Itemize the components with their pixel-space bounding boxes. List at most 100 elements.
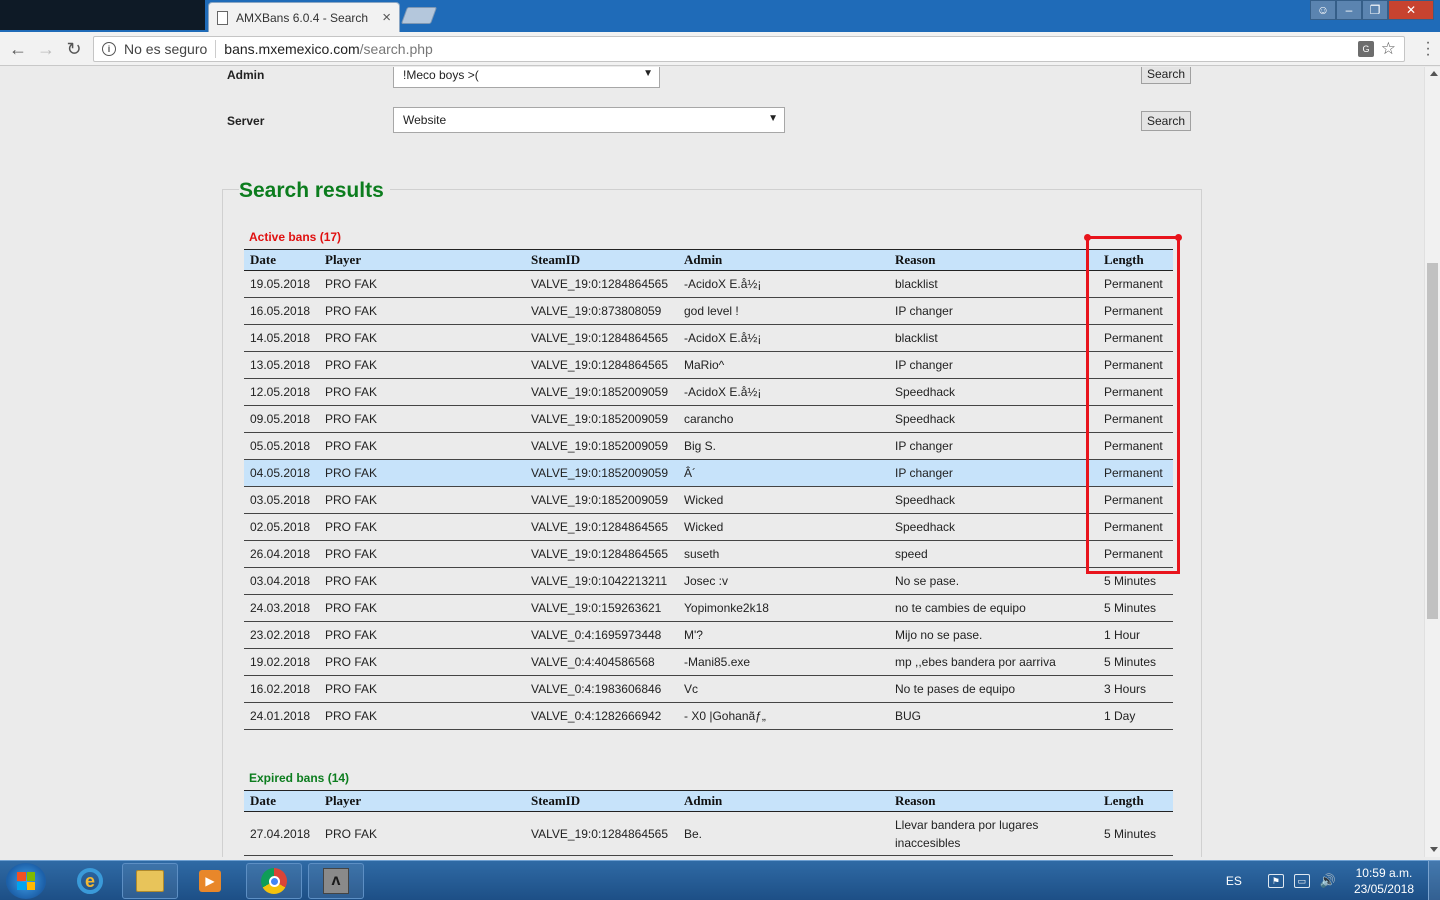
table-row[interactable]: 05.05.2018 PRO FAK VALVE_19:0:1852009059 Bi…: [244, 432, 1173, 460]
cell-steamid: VALVE_19:0:1852009059: [525, 405, 678, 433]
cell-steamid: VALVE_19:0:1284864565: [525, 540, 678, 568]
server-select[interactable]: Website ▼: [393, 107, 785, 133]
table-row[interactable]: 26.04.2018 PRO FAK VALVE_19:0:1284864565 su…: [244, 540, 1173, 568]
admin-search-button[interactable]: Search: [1141, 67, 1191, 84]
page-scrollbar[interactable]: [1424, 67, 1440, 857]
table-row[interactable]: 03.05.2018 PRO FAK VALVE_19:0:1852009059 Wi…: [244, 486, 1173, 514]
maximize-button[interactable]: ❐: [1362, 0, 1388, 20]
cell-date: 27.04.2018: [244, 811, 319, 856]
network-icon[interactable]: ▭: [1293, 874, 1310, 888]
bookmark-star-icon[interactable]: ☆: [1381, 39, 1396, 59]
tab-close-icon[interactable]: ×: [382, 9, 391, 26]
cell-length: Permanent: [1098, 297, 1173, 325]
cell-length: Permanent: [1098, 351, 1173, 379]
table-row[interactable]: 16.05.2018 PRO FAK VALVE_19:0:873808059 god…: [244, 297, 1173, 325]
cell-date: 12.05.2018: [244, 378, 319, 406]
reload-icon[interactable]: ↻: [62, 37, 86, 61]
column-header-date[interactable]: Date: [244, 790, 319, 812]
table-row[interactable]: 12.05.2018 PRO FAK VALVE_19:0:1852009059 -A…: [244, 378, 1173, 406]
table-row[interactable]: 02.05.2018 PRO FAK VALVE_19:0:1284864565 Wi…: [244, 513, 1173, 541]
table-row[interactable]: 16.02.2018 PRO FAK VALVE_0:4:1983606846 Vc N…: [244, 675, 1173, 703]
cell-reason: IP changer: [889, 432, 1098, 460]
column-header-date[interactable]: Date: [244, 249, 319, 271]
table-row[interactable]: 03.04.2018 PRO FAK VALVE_19:0:1042213211 Jo…: [244, 567, 1173, 595]
cell-steamid: VALVE_19:0:1852009059: [525, 378, 678, 406]
cell-reason: IP changer: [889, 297, 1098, 325]
column-header-player[interactable]: Player: [319, 249, 525, 271]
scroll-up-arrow-icon[interactable]: [1430, 71, 1438, 76]
table-row[interactable]: 14.05.2018 PRO FAK VALVE_19:0:1284864565 -A…: [244, 324, 1173, 352]
table-row[interactable]: 19.02.2018 PRO FAK VALVE_0:4:404586568 -Man…: [244, 648, 1173, 676]
table-header-row: Date Player SteamID Admin Reason Length: [244, 790, 1173, 812]
user-icon[interactable]: ☺: [1310, 0, 1336, 20]
cell-admin: Â´: [678, 459, 889, 487]
column-header-length[interactable]: Length: [1098, 249, 1173, 271]
page-icon: [217, 10, 228, 25]
cell-steamid: VALVE_0:4:1695973448: [525, 621, 678, 649]
system-tray: ES ⚑ ▭ 🔊 10:59 a.m. 23/05/2018: [1226, 861, 1440, 900]
back-icon[interactable]: ←: [6, 37, 30, 61]
column-header-steamid[interactable]: SteamID: [525, 790, 678, 812]
results-heading: Search results: [239, 179, 390, 203]
action-center-flag-icon[interactable]: ⚑: [1267, 874, 1284, 888]
start-button[interactable]: [6, 863, 46, 899]
scroll-down-arrow-icon[interactable]: [1430, 847, 1438, 852]
cell-reason: blacklist: [889, 324, 1098, 352]
translate-icon[interactable]: G: [1358, 41, 1374, 57]
redacted-area: [0, 0, 205, 30]
cell-player: PRO FAK: [319, 324, 525, 352]
cell-admin: -AcidoX E.å½¡: [678, 378, 889, 406]
browser-tab-active[interactable]: AMXBans 6.0.4 - Search ×: [208, 2, 400, 32]
column-header-reason[interactable]: Reason: [889, 790, 1098, 812]
taskbar-counter-strike[interactable]: ᴧ: [308, 863, 364, 899]
admin-select[interactable]: !Meco boys >( ▼: [393, 67, 660, 88]
info-icon[interactable]: i: [102, 42, 116, 56]
cell-admin: -AcidoX E.å½¡: [678, 324, 889, 352]
column-header-admin[interactable]: Admin: [678, 249, 889, 271]
column-header-player[interactable]: Player: [319, 790, 525, 812]
table-row[interactable]: 09.05.2018 PRO FAK VALVE_19:0:1852009059 ca…: [244, 405, 1173, 433]
cell-admin: god level !: [678, 297, 889, 325]
taskbar-internet-explorer[interactable]: e: [62, 863, 118, 899]
cell-reason: Speedhack: [889, 486, 1098, 514]
table-row[interactable]: 23.02.2018 PRO FAK VALVE_0:4:1695973448 M'?…: [244, 621, 1173, 649]
cell-player: PRO FAK: [319, 540, 525, 568]
cell-steamid: VALVE_0:4:1282666942: [525, 702, 678, 730]
table-row[interactable]: 13.05.2018 PRO FAK VALVE_19:0:1284864565 Ma…: [244, 351, 1173, 379]
cell-date: 23.02.2018: [244, 621, 319, 649]
table-row[interactable]: 19.05.2018 PRO FAK VALVE_19:0:1284864565 -A…: [244, 270, 1173, 298]
cell-length: 5 Minutes: [1098, 594, 1173, 622]
show-desktop-button[interactable]: [1428, 861, 1440, 900]
folder-icon: [136, 870, 164, 892]
column-header-steamid[interactable]: SteamID: [525, 249, 678, 271]
table-row[interactable]: 24.01.2018 PRO FAK VALVE_0:4:1282666942- X…: [244, 702, 1173, 730]
cell-steamid: VALVE_19:0:873808059: [525, 297, 678, 325]
cell-reason: mp ,,ebes bandera por aarriva: [889, 648, 1098, 676]
address-bar[interactable]: i No es seguro bans.mxemexico.com/search…: [93, 36, 1405, 62]
column-header-reason[interactable]: Reason: [889, 249, 1098, 271]
cell-admin: Big S.: [678, 432, 889, 460]
scroll-thumb[interactable]: [1427, 263, 1438, 619]
close-window-button[interactable]: ✕: [1388, 0, 1434, 20]
table-row[interactable]: 27.04.2018 PRO FAK VALVE_19:0:1284864565 Be…: [244, 811, 1173, 856]
clock[interactable]: 10:59 a.m. 23/05/2018: [1354, 865, 1414, 897]
cell-admin: Wicked: [678, 486, 889, 514]
volume-icon[interactable]: 🔊: [1320, 873, 1336, 888]
language-indicator[interactable]: ES: [1226, 874, 1242, 888]
cell-player: PRO FAK: [319, 405, 525, 433]
column-header-admin[interactable]: Admin: [678, 790, 889, 812]
table-row[interactable]: 04.05.2018 PRO FAK VALVE_19:0:1852009059 Â´…: [244, 459, 1173, 487]
menu-dots-icon[interactable]: · · ·: [1424, 35, 1432, 63]
new-tab-button[interactable]: [400, 7, 438, 24]
taskbar-chrome[interactable]: [246, 863, 302, 899]
taskbar-media-player[interactable]: ▶: [182, 863, 238, 899]
cell-date: 14.05.2018: [244, 324, 319, 352]
server-search-button[interactable]: Search: [1141, 111, 1191, 131]
column-header-length[interactable]: Length: [1098, 790, 1173, 812]
forward-icon[interactable]: →: [34, 37, 58, 61]
internet-explorer-icon: e: [77, 868, 103, 894]
table-row[interactable]: 24.03.2018 PRO FAK VALVE_19:0:159263621 Yop…: [244, 594, 1173, 622]
taskbar-file-explorer[interactable]: [122, 863, 178, 899]
url-host: bans.mxemexico.com: [224, 41, 360, 57]
minimize-button[interactable]: –: [1336, 0, 1362, 20]
